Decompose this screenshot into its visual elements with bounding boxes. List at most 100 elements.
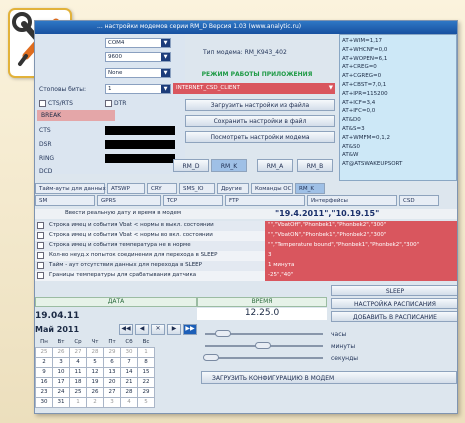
time-value[interactable]: 12.25.0 (197, 308, 327, 320)
dtr-checkbox[interactable]: DTR (105, 100, 126, 107)
calendar-day[interactable]: 3 (103, 396, 121, 408)
param-checkbox[interactable] (37, 242, 44, 249)
cts-rts-checkbox[interactable]: CTS/RTS (39, 100, 73, 107)
calendar-day[interactable]: 1 (69, 396, 87, 408)
tab-rm-b[interactable]: RM_B (297, 159, 333, 172)
param-value[interactable]: 1 минута (265, 261, 457, 271)
parity-combo[interactable]: None ▼ (105, 68, 171, 78)
calendar-day[interactable]: 18 (69, 376, 87, 388)
protocol-tab-0[interactable]: SM (35, 195, 95, 206)
calendar-day[interactable]: 28 (86, 346, 104, 358)
param-checkbox[interactable] (37, 262, 44, 269)
calendar-day[interactable]: 25 (35, 346, 53, 358)
calendar-day[interactable]: 11 (69, 366, 87, 378)
calendar-day[interactable]: 27 (103, 386, 121, 398)
protocol-tab-1[interactable]: GPRS (97, 195, 161, 206)
at-command-log[interactable]: AT+WIM=1,17 AT+WHCNF=0,0 AT+WOPEN=6,1 AT+CR… (339, 34, 457, 181)
calendar-day[interactable]: 28 (120, 386, 138, 398)
calendar-day[interactable]: 1 (137, 346, 155, 358)
calendar-day[interactable]: 29 (103, 346, 121, 358)
param-value[interactable]: -25","40" (265, 271, 457, 281)
calendar-day[interactable]: 17 (52, 376, 70, 388)
tab-2[interactable]: CRY (147, 183, 177, 194)
calendar-day[interactable]: 26 (86, 386, 104, 398)
param-value[interactable]: "","Temperature bound","Phonbek1","Phonb… (265, 241, 457, 251)
calendar-day[interactable]: 4 (69, 356, 87, 368)
seconds-slider-thumb[interactable] (203, 354, 219, 361)
calendar-day[interactable]: 2 (35, 356, 53, 368)
add-schedule-button[interactable]: ДОБАВИТЬ В РАСПИСАНИЕ (331, 311, 457, 322)
param-row: Строка имец и события температура не в н… (35, 241, 457, 251)
next-year-icon[interactable]: ▶▶ (183, 324, 197, 335)
tab-4[interactable]: Другие (217, 183, 249, 194)
calendar-day[interactable]: 15 (137, 366, 155, 378)
calendar-day[interactable]: 26 (52, 346, 70, 358)
save-settings-button[interactable]: Сохранить настройки в файл (185, 115, 335, 127)
calendar-day[interactable]: 24 (52, 386, 70, 398)
seconds-slider[interactable] (205, 357, 323, 359)
tab-0[interactable]: Тайм-ауты для данных (35, 183, 106, 194)
calendar-grid[interactable]: Пн Вт Ср Чт Пт Сб Вс 25 26 27 28 29 30 1 2 3 4 5 6 7 8 9 10 11 1… (35, 337, 155, 408)
tab-rm-a[interactable]: RM_A (257, 159, 293, 172)
calendar-day[interactable]: 5 (86, 356, 104, 368)
upload-config-button[interactable]: ЗАГРУЗИТЬ КОНФИГУРАЦИЮ В МОДЕМ (201, 371, 457, 384)
calendar-day[interactable]: 4 (120, 396, 138, 408)
tab-rm-k[interactable]: RM_K (211, 159, 247, 172)
param-checkbox[interactable] (37, 222, 44, 229)
calendar-day[interactable]: 22 (137, 376, 155, 388)
port-combo[interactable]: COM4 ▼ (105, 38, 171, 48)
param-checkbox[interactable] (37, 232, 44, 239)
sleep-button[interactable]: SLEEP (331, 285, 457, 296)
baud-combo[interactable]: 9600 ▼ (105, 52, 171, 62)
tab-3[interactable]: SMS_IO (179, 183, 215, 194)
next-month-icon[interactable]: ▶ (167, 324, 181, 335)
protocol-tab-2[interactable]: TCP (163, 195, 223, 206)
calendar-day[interactable]: 31 (52, 396, 70, 408)
prev-month-icon[interactable]: ◀ (135, 324, 149, 335)
calendar-day[interactable]: 7 (120, 356, 138, 368)
protocol-tab-4[interactable]: Интерфейсы (307, 195, 397, 206)
calendar-day[interactable]: 8 (137, 356, 155, 368)
protocol-tab-3[interactable]: FTP (225, 195, 305, 206)
load-settings-button[interactable]: Загрузить настройки из файла (185, 99, 335, 111)
calendar-week: 30 31 1 2 3 4 5 (35, 396, 155, 408)
calendar-day[interactable]: 5 (137, 396, 155, 408)
calendar-day[interactable]: 9 (35, 366, 53, 378)
param-value[interactable]: 3 (265, 251, 457, 261)
param-value[interactable]: "","VbatON","Phonbek1","Phonbek2","300" (265, 231, 457, 241)
calendar-day[interactable]: 29 (137, 386, 155, 398)
calendar-day[interactable]: 20 (103, 376, 121, 388)
calendar-day[interactable]: 23 (35, 386, 53, 398)
tab-rm-d[interactable]: RM_D (173, 159, 209, 172)
tab-6[interactable]: RM_K (295, 183, 325, 194)
calendar-day[interactable]: 14 (120, 366, 138, 378)
tab-5[interactable]: Команды ОС (251, 183, 293, 194)
calendar-day[interactable]: 12 (86, 366, 104, 378)
calendar-day[interactable]: 30 (120, 346, 138, 358)
prev-year-icon[interactable]: ◀◀ (119, 324, 133, 335)
calendar-day[interactable]: 30 (35, 396, 53, 408)
calendar-day[interactable]: 16 (35, 376, 53, 388)
schedule-settings-button[interactable]: НАСТРОЙКА РАСПИСАНИЯ (331, 298, 457, 309)
param-checkbox[interactable] (37, 252, 44, 259)
stopbits-combo[interactable]: 1 ▼ (105, 84, 171, 94)
mode-combo[interactable]: INTERNET_CSD_CLIENT ▼ (173, 83, 335, 94)
hours-slider-thumb[interactable] (215, 330, 231, 337)
calendar-day[interactable]: 2 (86, 396, 104, 408)
view-settings-button[interactable]: Посмотреть настройки модема (185, 131, 335, 143)
break-button[interactable]: BREAK (37, 110, 115, 121)
calendar-day[interactable]: 6 (103, 356, 121, 368)
calendar-day[interactable]: 10 (52, 366, 70, 378)
calendar-day[interactable]: 27 (69, 346, 87, 358)
calendar-day[interactable]: 3 (52, 356, 70, 368)
calendar-day[interactable]: 25 (69, 386, 87, 398)
tab-1[interactable]: ATSWP (107, 183, 145, 194)
calendar-day[interactable]: 13 (103, 366, 121, 378)
close-icon[interactable]: ✕ (151, 324, 165, 335)
minutes-slider-thumb[interactable] (255, 342, 271, 349)
protocol-tab-5[interactable]: CSD (399, 195, 439, 206)
calendar-day[interactable]: 19 (86, 376, 104, 388)
calendar-day[interactable]: 21 (120, 376, 138, 388)
param-checkbox[interactable] (37, 272, 44, 279)
param-value[interactable]: "","VbatOff","Phonbek1","Phonbek2","300" (265, 221, 457, 231)
